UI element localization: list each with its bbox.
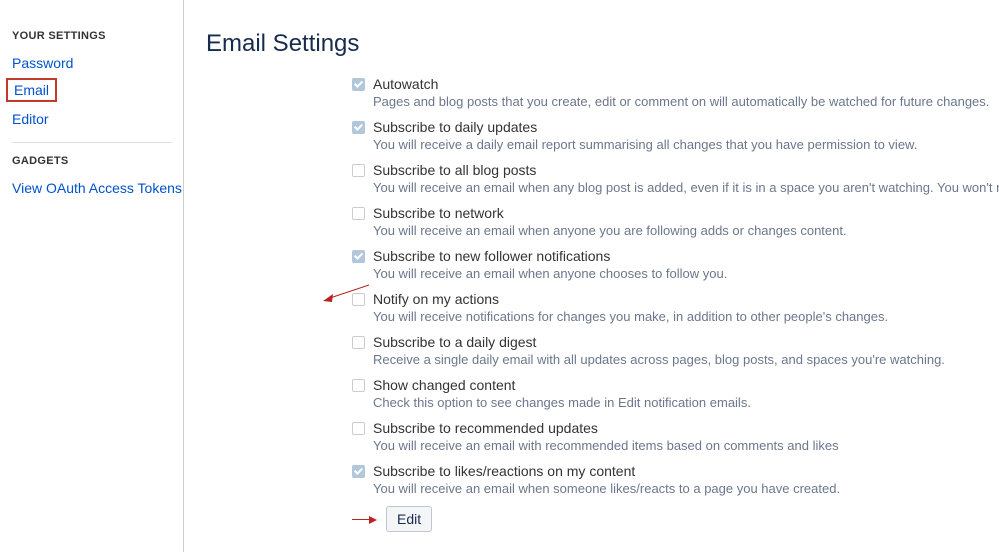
setting-description: You will receive an email when anyone ch… (373, 266, 999, 281)
sidebar-divider (12, 142, 172, 143)
setting-row: Subscribe to all blog posts You will rece… (352, 162, 999, 195)
setting-description: You will receive an email when any blog … (373, 180, 999, 195)
setting-label: Subscribe to new follower notifications (373, 248, 610, 264)
page-title: Email Settings (206, 30, 999, 58)
sidebar-link-editor[interactable]: Editor (12, 108, 49, 130)
setting-label: Show changed content (373, 377, 515, 393)
setting-row: Subscribe to new follower notifications Y… (352, 248, 999, 281)
checkbox[interactable] (352, 250, 365, 263)
setting-label: Notify on my actions (373, 291, 499, 307)
checkbox[interactable] (352, 207, 365, 220)
setting-label: Autowatch (373, 76, 438, 92)
checkbox[interactable] (352, 422, 365, 435)
setting-description: You will receive notifications for chang… (373, 309, 999, 324)
settings-list: Autowatch Pages and blog posts that you c… (352, 76, 999, 496)
setting-description: You will receive an email with recommend… (373, 438, 999, 453)
sidebar-link-email[interactable]: Email (6, 78, 57, 102)
setting-row: Notify on my actions You will receive not… (352, 291, 999, 324)
setting-row: Subscribe to network You will receive an … (352, 205, 999, 238)
setting-label: Subscribe to a daily digest (373, 334, 536, 350)
setting-row: Autowatch Pages and blog posts that you c… (352, 76, 999, 109)
setting-description: Pages and blog posts that you create, ed… (373, 94, 999, 109)
setting-row: Subscribe to likes/reactions on my conte… (352, 463, 999, 496)
checkbox[interactable] (352, 293, 365, 306)
checkbox[interactable] (352, 336, 365, 349)
setting-label: Subscribe to all blog posts (373, 162, 536, 178)
checkbox[interactable] (352, 379, 365, 392)
sidebar-heading-settings: YOUR SETTINGS (12, 30, 183, 42)
sidebar-link-password[interactable]: Password (12, 52, 73, 74)
setting-label: Subscribe to daily updates (373, 119, 537, 135)
checkbox[interactable] (352, 164, 365, 177)
content: Email Settings Autowatch Pages and blog p… (184, 0, 999, 552)
setting-label: Subscribe to likes/reactions on my conte… (373, 463, 635, 479)
checkbox[interactable] (352, 465, 365, 478)
checkbox[interactable] (352, 78, 365, 91)
setting-description: You will receive an email when anyone yo… (373, 223, 999, 238)
setting-row: Subscribe to recommended updates You will… (352, 420, 999, 453)
setting-description: You will receive an email when someone l… (373, 481, 999, 496)
sidebar: YOUR SETTINGS Password Email Editor GADG… (0, 0, 184, 552)
setting-row: Subscribe to a daily digest Receive a sin… (352, 334, 999, 367)
edit-button[interactable]: Edit (386, 506, 432, 532)
checkbox[interactable] (352, 121, 365, 134)
setting-label: Subscribe to network (373, 205, 504, 221)
sidebar-heading-gadgets: GADGETS (12, 155, 183, 167)
arrow-annotation-icon (352, 515, 380, 523)
setting-description: Check this option to see changes made in… (373, 395, 999, 410)
setting-description: Receive a single daily email with all up… (373, 352, 999, 367)
sidebar-link-oauth[interactable]: View OAuth Access Tokens (12, 177, 182, 199)
setting-row: Subscribe to daily updates You will recei… (352, 119, 999, 152)
setting-label: Subscribe to recommended updates (373, 420, 598, 436)
setting-description: You will receive a daily email report su… (373, 137, 999, 152)
setting-row: Show changed content Check this option to… (352, 377, 999, 410)
